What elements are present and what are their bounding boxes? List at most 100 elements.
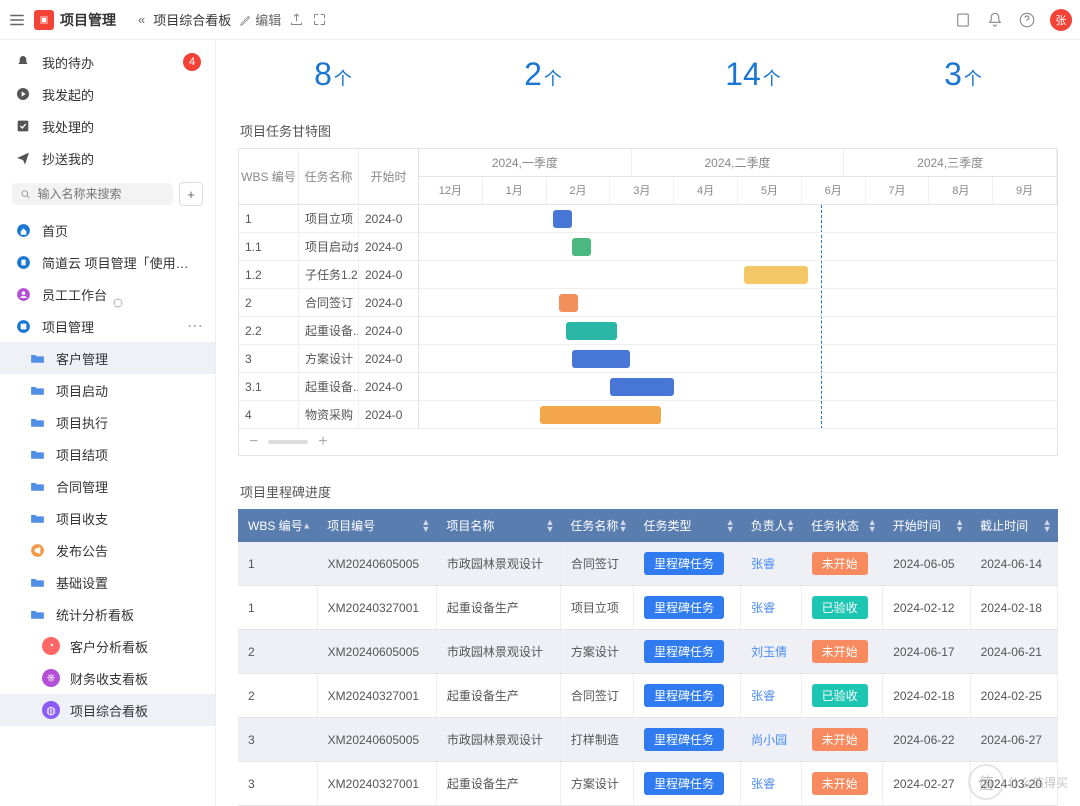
milestone-title: 项目里程碑进度 xyxy=(238,474,1058,509)
bell-icon[interactable] xyxy=(986,11,1004,29)
share-icon[interactable] xyxy=(289,12,304,27)
sidebar-item-announce[interactable]: 发布公告 xyxy=(0,534,215,566)
gantt-bar[interactable] xyxy=(572,238,591,256)
gantt-row[interactable]: 2合同签订2024-0 xyxy=(239,289,418,317)
chart-icon: ◍ xyxy=(42,701,60,719)
search-input-wrap[interactable] xyxy=(12,183,173,205)
sidebar-item-finance-board[interactable]: ⎈ 财务收支看板 xyxy=(0,662,215,694)
table-row[interactable]: 1 XM20240605005 市政园林景观设计 合同签订 里程碑任务 张睿 未… xyxy=(238,542,1058,586)
gantt-month: 9月 xyxy=(993,177,1057,204)
chart-icon: ◔ xyxy=(42,637,60,655)
stat-card: 14个 xyxy=(660,56,846,93)
pencil-icon xyxy=(239,13,253,27)
sidebar-item-cc-me[interactable]: 抄送我的 xyxy=(0,142,215,174)
table-header[interactable]: 开始时间▲▼ xyxy=(883,509,970,542)
sidebar-item-label: 我处理的 xyxy=(42,117,201,136)
table-row[interactable]: 1 XM20240327001 起重设备生产 项目立项 里程碑任务 张睿 已验收… xyxy=(238,586,1058,630)
sidebar-item-label: 首页 xyxy=(42,221,201,240)
owner-link[interactable]: 张睿 xyxy=(751,601,775,615)
table-row[interactable]: 3 XM20240605005 市政园林景观设计 打样制造 里程碑任务 尚小园 … xyxy=(238,718,1058,762)
folder-icon xyxy=(28,445,46,463)
check-icon xyxy=(14,117,32,135)
zoom-slider[interactable] xyxy=(268,440,308,444)
search-input[interactable] xyxy=(37,187,165,201)
sidebar-item-proj-close[interactable]: 项目结项 xyxy=(0,438,215,470)
sidebar-item-guide[interactable]: 简道云 项目管理「使用说明」 xyxy=(0,246,215,278)
sidebar-item-label: 项目综合看板 xyxy=(70,701,201,720)
sidebar-item-my-todo[interactable]: 我的待办 4 xyxy=(0,46,215,78)
sidebar-item-basic-settings[interactable]: 基础设置 xyxy=(0,566,215,598)
sidebar-item-i-processed[interactable]: 我处理的 xyxy=(0,110,215,142)
sidebar-item-cust-board[interactable]: ◔ 客户分析看板 xyxy=(0,630,215,662)
sidebar-item-i-started[interactable]: 我发起的 xyxy=(0,78,215,110)
gantt-bar[interactable] xyxy=(572,350,629,368)
gantt-col-wbs: WBS 编号 xyxy=(239,149,299,205)
gantt-row[interactable]: 4物资采购2024-0 xyxy=(239,401,418,429)
owner-link[interactable]: 刘玉倩 xyxy=(751,645,787,659)
sidebar: 我的待办 4 我发起的 我处理的 抄送我的 + 首页 简道 xyxy=(0,40,216,806)
status-tag: 已验收 xyxy=(812,596,868,619)
add-button[interactable]: + xyxy=(179,182,203,206)
gantt-bar[interactable] xyxy=(559,294,578,312)
cursor-icon xyxy=(111,296,125,310)
stat-card: 2个 xyxy=(450,56,636,93)
more-icon[interactable]: ⋯ xyxy=(187,316,201,336)
gantt-row[interactable]: 3.1起重设备...2024-0 xyxy=(239,373,418,401)
folder-icon xyxy=(28,509,46,527)
sidebar-item-proj-start[interactable]: 项目启动 xyxy=(0,374,215,406)
gantt-bar[interactable] xyxy=(540,406,661,424)
owner-link[interactable]: 张睿 xyxy=(751,777,775,791)
doc-icon xyxy=(14,253,32,271)
table-row[interactable]: 3 XM20240327001 起重设备生产 方案设计 里程碑任务 张睿 未开始… xyxy=(238,762,1058,806)
sidebar-item-proj-finance[interactable]: 项目收支 xyxy=(0,502,215,534)
gantt-bar[interactable] xyxy=(566,322,617,340)
sidebar-item-home[interactable]: 首页 xyxy=(0,214,215,246)
book-icon[interactable] xyxy=(954,11,972,29)
sidebar-item-label: 抄送我的 xyxy=(42,149,201,168)
user-avatar[interactable]: 张 xyxy=(1050,9,1072,31)
edit-button[interactable]: 编辑 xyxy=(239,10,281,29)
table-header[interactable]: 任务名称▲▼ xyxy=(560,509,633,542)
gantt-title: 项目任务甘特图 xyxy=(238,113,1058,148)
task-type-tag: 里程碑任务 xyxy=(644,640,724,663)
sidebar-item-cust-mgmt[interactable]: 客户管理 xyxy=(0,342,215,374)
owner-link[interactable]: 尚小园 xyxy=(751,733,787,747)
status-tag: 未开始 xyxy=(812,640,868,663)
sidebar-item-stat-board[interactable]: 统计分析看板 xyxy=(0,598,215,630)
sidebar-item-proj-mgmt[interactable]: 项目管理 ⋯ xyxy=(0,310,215,342)
menu-icon[interactable] xyxy=(8,11,26,29)
table-header[interactable]: 项目编号▲▼ xyxy=(317,509,436,542)
table-header[interactable]: 任务类型▲▼ xyxy=(634,509,741,542)
gantt-row[interactable]: 1.1项目启动会2024-0 xyxy=(239,233,418,261)
sidebar-item-proj-board[interactable]: ◍ 项目综合看板 xyxy=(0,694,215,726)
sidebar-item-proj-exec[interactable]: 项目执行 xyxy=(0,406,215,438)
expand-icon[interactable] xyxy=(312,12,327,27)
gantt-bar[interactable] xyxy=(610,378,674,396)
owner-link[interactable]: 张睿 xyxy=(751,557,775,571)
zoom-in-icon[interactable]: + xyxy=(318,433,327,451)
table-header[interactable]: 截止时间▲▼ xyxy=(970,509,1057,542)
table-row[interactable]: 2 XM20240605005 市政园林景观设计 方案设计 里程碑任务 刘玉倩 … xyxy=(238,630,1058,674)
gantt-row[interactable]: 1.2子任务1.22024-0 xyxy=(239,261,418,289)
play-icon xyxy=(14,85,32,103)
gantt-bar[interactable] xyxy=(553,210,572,228)
table-header[interactable]: 项目名称▲▼ xyxy=(436,509,560,542)
table-header[interactable]: WBS 编号▲ xyxy=(238,509,317,542)
zoom-out-icon[interactable]: − xyxy=(249,433,258,451)
gantt-quarter: 2024,三季度 xyxy=(844,149,1057,176)
sidebar-item-contract-mgmt[interactable]: 合同管理 xyxy=(0,470,215,502)
table-header[interactable]: 任务状态▲▼ xyxy=(801,509,883,542)
gantt-bar[interactable] xyxy=(744,266,808,284)
sidebar-item-emp-workbench[interactable]: 员工工作台 xyxy=(0,278,215,310)
gantt-quarter: 2024,一季度 xyxy=(419,149,632,176)
help-icon[interactable] xyxy=(1018,11,1036,29)
task-type-tag: 里程碑任务 xyxy=(644,552,724,575)
table-row[interactable]: 2 XM20240327001 起重设备生产 合同签订 里程碑任务 张睿 已验收… xyxy=(238,674,1058,718)
sidebar-item-label: 我的待办 xyxy=(42,53,173,72)
gantt-row[interactable]: 1项目立项2024-0 xyxy=(239,205,418,233)
owner-link[interactable]: 张睿 xyxy=(751,689,775,703)
collapse-crumb-icon[interactable]: « xyxy=(138,12,145,27)
gantt-row[interactable]: 2.2起重设备...2024-0 xyxy=(239,317,418,345)
gantt-row[interactable]: 3方案设计2024-0 xyxy=(239,345,418,373)
table-header[interactable]: 负责人▲▼ xyxy=(741,509,801,542)
